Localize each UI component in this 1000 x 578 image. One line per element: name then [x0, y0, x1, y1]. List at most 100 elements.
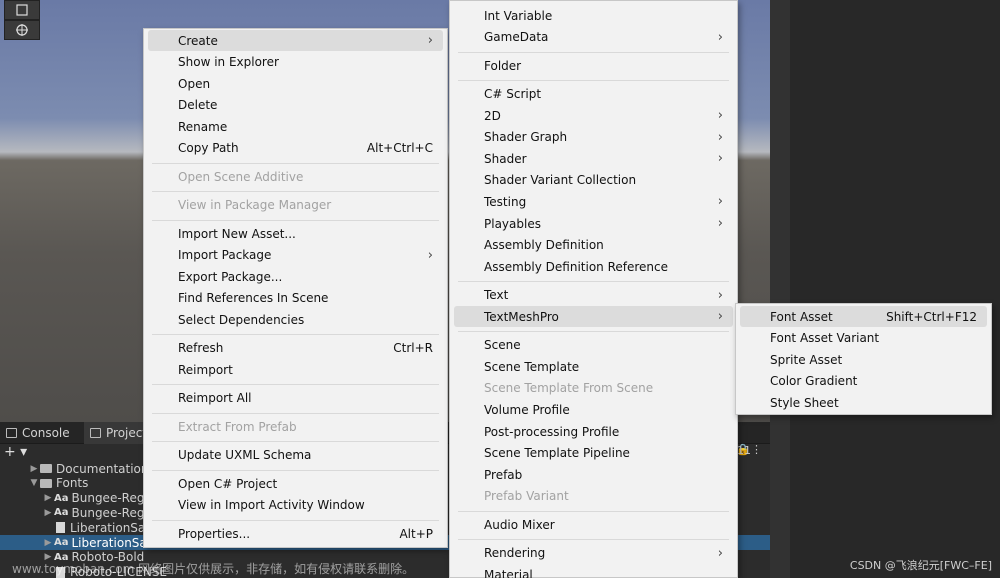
- menu-item-scene-template[interactable]: Scene Template: [454, 356, 733, 377]
- menu-item-scene-template-pipeline[interactable]: Scene Template Pipeline: [454, 443, 733, 464]
- transform-tool-icon: [16, 24, 28, 36]
- menu-item-label: Playables: [484, 216, 541, 231]
- menu-item-sprite-asset[interactable]: Sprite Asset: [740, 349, 987, 370]
- menu-item-scene-template-from-scene: Scene Template From Scene: [454, 378, 733, 399]
- menu-item-font-asset-variant[interactable]: Font Asset Variant: [740, 328, 987, 349]
- menu-item-label: Open: [178, 76, 211, 91]
- menu-item-update-uxml-schema[interactable]: Update UXML Schema: [148, 445, 443, 466]
- watermark-text: www.toymoban.com 网络图片仅供展示，非存储，如有侵权请联系删除。: [12, 562, 415, 576]
- menu-item-label: Scene Template: [484, 359, 580, 374]
- menu-item-label: Post-processing Profile: [484, 424, 620, 439]
- menu-item-audio-mixer[interactable]: Audio Mixer: [454, 514, 733, 535]
- menu-item-gamedata[interactable]: GameData ›: [454, 27, 733, 48]
- menu-item-post-processing-profile[interactable]: Post-processing Profile: [454, 421, 733, 442]
- menu-item-label: Create: [178, 33, 218, 48]
- menu-item-label: Int Variable: [484, 8, 553, 23]
- menu-separator: [152, 219, 439, 221]
- menu-item-c-script[interactable]: C# Script: [454, 83, 733, 104]
- menu-item-int-variable[interactable]: Int Variable: [454, 5, 733, 26]
- menu-separator: [152, 162, 439, 164]
- menu-item-extract-from-prefab: Extract From Prefab: [148, 416, 443, 437]
- menu-separator: [152, 334, 439, 335]
- menu-item-label: Audio Mixer: [484, 517, 555, 532]
- menu-item-view-in-package-manager: View in Package Manager: [148, 195, 443, 216]
- tree-row-label: LiberationSar: [71, 535, 152, 550]
- menu-item-open[interactable]: Open: [148, 73, 443, 94]
- tab-console-label: Console: [22, 426, 70, 440]
- menu-item-export-package[interactable]: Export Package...: [148, 266, 443, 287]
- menu-item-label: Scene Template Pipeline: [484, 446, 630, 461]
- menu-item-open-c-project[interactable]: Open C# Project: [148, 473, 443, 494]
- chevron-right-icon: ›: [717, 545, 723, 561]
- expand-right-icon[interactable]: ▶: [28, 464, 40, 474]
- tree-row-label: Documentation: [56, 461, 149, 476]
- menu-item-volume-profile[interactable]: Volume Profile: [454, 399, 733, 420]
- menu-separator: [458, 510, 729, 512]
- menu-separator: [458, 539, 729, 541]
- menu-item-label: Find References In Scene: [178, 291, 329, 305]
- menu-item-style-sheet[interactable]: Style Sheet: [740, 392, 987, 413]
- menu-item-label: Font Asset: [770, 309, 833, 324]
- menu-item-label: Testing: [484, 194, 527, 209]
- expand-right-icon[interactable]: ▶: [42, 493, 54, 503]
- menu-item-testing[interactable]: Testing ›: [454, 191, 733, 212]
- menu-item-reimport[interactable]: Reimport: [148, 359, 443, 380]
- create-submenu: Int Variable GameData › Folder C# Script 2D › S…: [449, 0, 738, 578]
- menu-item-color-gradient[interactable]: Color Gradient: [740, 371, 987, 392]
- menu-item-assembly-definition[interactable]: Assembly Definition: [454, 235, 733, 256]
- menu-item-font-asset[interactable]: Font Asset Shift+Ctrl+F12: [740, 306, 987, 327]
- menu-shortcut: Alt+P: [399, 526, 433, 541]
- menu-item-label: View in Import Activity Window: [178, 498, 365, 512]
- menu-item-assembly-definition-reference[interactable]: Assembly Definition Reference: [454, 256, 733, 277]
- menu-item-create[interactable]: Create ›: [148, 30, 443, 51]
- menu-item-label: Reimport: [178, 362, 233, 377]
- menu-item-import-new-asset[interactable]: Import New Asset...: [148, 223, 443, 244]
- menu-item-2d[interactable]: 2D ›: [454, 105, 733, 126]
- menu-item-import-package[interactable]: Import Package ›: [148, 245, 443, 266]
- menu-item-textmeshpro[interactable]: TextMeshPro ›: [454, 306, 733, 328]
- menu-item-shader[interactable]: Shader ›: [454, 148, 733, 169]
- menu-item-delete[interactable]: Delete: [148, 95, 443, 116]
- more-options-icon[interactable]: ⋮: [751, 443, 762, 456]
- file-icon: [56, 522, 65, 534]
- menu-item-label: Rename: [178, 119, 228, 134]
- tab-project-label: Project: [106, 426, 148, 440]
- menu-item-label: Rendering: [484, 546, 546, 561]
- menu-item-rendering[interactable]: Rendering ›: [454, 543, 733, 564]
- menu-item-label: Reimport All: [178, 391, 252, 405]
- tree-row-label: Bungee-Regu: [71, 491, 153, 506]
- menu-item-label: Open C# Project: [178, 476, 278, 491]
- expand-down-icon[interactable]: ▼: [28, 478, 40, 488]
- chevron-right-icon: ›: [717, 216, 723, 231]
- menu-item-shader-variant-collection[interactable]: Shader Variant Collection: [454, 170, 733, 191]
- menu-item-folder[interactable]: Folder: [454, 55, 733, 76]
- menu-separator: [458, 331, 729, 333]
- menu-item-scene[interactable]: Scene: [454, 335, 733, 356]
- menu-item-shader-graph[interactable]: Shader Graph ›: [454, 127, 733, 148]
- menu-item-view-in-import-activity-window[interactable]: View in Import Activity Window: [148, 495, 443, 516]
- menu-item-text[interactable]: Text ›: [454, 285, 733, 306]
- menu-item-label: Copy Path: [178, 141, 239, 155]
- menu-item-label: Assembly Definition: [484, 238, 604, 253]
- menu-item-properties[interactable]: Properties... Alt+P: [148, 523, 443, 544]
- tab-console[interactable]: Console: [0, 422, 76, 444]
- inspector-panel: [770, 0, 1000, 578]
- menu-item-label: Shader: [484, 151, 527, 166]
- menu-item-copy-path[interactable]: Copy Path Alt+Ctrl+C: [148, 138, 443, 159]
- menu-item-playables[interactable]: Playables ›: [454, 213, 733, 234]
- menu-item-find-references-in-scene[interactable]: Find References In Scene: [148, 288, 443, 309]
- menu-item-rename[interactable]: Rename: [148, 116, 443, 137]
- menu-item-select-dependencies[interactable]: Select Dependencies: [148, 309, 443, 330]
- menu-shortcut: Alt+Ctrl+C: [366, 141, 433, 155]
- menu-item-reimport-all[interactable]: Reimport All: [148, 388, 443, 409]
- menu-item-label: Import New Asset...: [178, 226, 296, 241]
- menu-item-refresh[interactable]: Refresh Ctrl+R: [148, 338, 443, 359]
- menu-item-material[interactable]: Material: [454, 564, 733, 578]
- expand-right-icon[interactable]: ▶: [42, 508, 54, 518]
- menu-item-label: Select Dependencies: [178, 312, 305, 327]
- menu-item-prefab[interactable]: Prefab: [454, 464, 733, 485]
- expand-right-icon[interactable]: ▶: [42, 538, 54, 548]
- menu-item-show-in-explorer[interactable]: Show in Explorer: [148, 52, 443, 73]
- transform-tool-button[interactable]: [4, 20, 40, 40]
- rect-tool-button[interactable]: [4, 0, 40, 20]
